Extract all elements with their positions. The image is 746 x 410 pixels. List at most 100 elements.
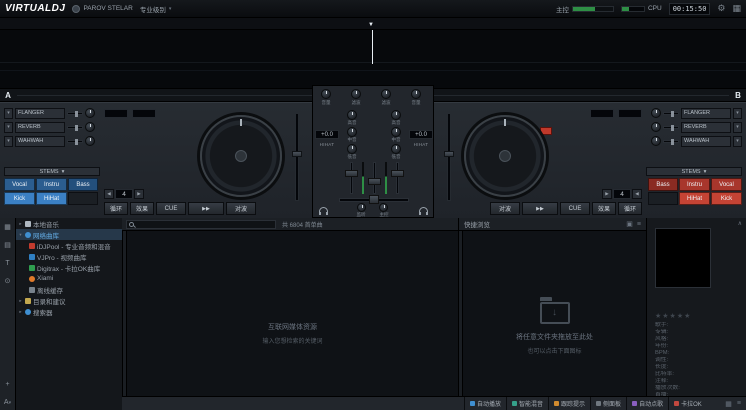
loop-double-button[interactable]: ▶ xyxy=(602,189,612,199)
eq-mid-knob-right[interactable] xyxy=(391,127,401,137)
jog-wheel-a[interactable] xyxy=(200,115,282,197)
pin-icon[interactable]: ▣ xyxy=(626,220,633,228)
user-account[interactable]: PAROV STELAR xyxy=(72,5,132,13)
eq-low-knob-right[interactable] xyxy=(391,144,401,154)
effects-tab-button[interactable]: 效果 xyxy=(592,202,616,215)
font-size-control[interactable]: A▾ xyxy=(4,399,11,406)
headphone-cue-right-icon[interactable] xyxy=(419,207,428,213)
grid-view-icon[interactable]: ▦ xyxy=(725,400,732,408)
mixer-filter-knob-left[interactable] xyxy=(351,89,361,99)
fx-slot-reverb[interactable]: ▾ REVERB xyxy=(4,121,100,133)
sidebar-item-vjpro[interactable]: VJPro - 视频曲库 xyxy=(16,251,122,262)
collapse-panel-icon[interactable]: ∧ xyxy=(738,220,742,227)
eq-mid-knob-left[interactable] xyxy=(347,127,357,137)
fx-drywet-slider[interactable] xyxy=(663,126,679,129)
history-icon[interactable]: ⊙ xyxy=(5,278,11,285)
file-list-panel[interactable]: 互联网媒体资源 输入您想检索的关键词 xyxy=(127,231,458,396)
loop-half-button[interactable]: ◀ xyxy=(632,189,642,199)
loop-half-button[interactable]: ◀ xyxy=(104,189,114,199)
track-hint-button[interactable]: 跟踪提示 xyxy=(548,397,590,410)
stems-header[interactable]: STEMS ▾ xyxy=(646,167,742,176)
sidebar-item-online-library[interactable]: ▾ 网络曲库 xyxy=(16,229,122,240)
stem-kick-button[interactable]: Kick xyxy=(711,192,742,205)
add-icon[interactable]: + xyxy=(5,381,9,388)
quick-browse-panel[interactable]: ↓ 将任意文件夹拖放至此处 也可以点击下面图标 xyxy=(463,231,646,396)
fx-knob[interactable] xyxy=(85,136,95,146)
sidebar-item-idjpool[interactable]: iDJPool - 专业音频和混音 xyxy=(16,240,122,251)
fx-knob[interactable] xyxy=(651,122,661,132)
fx-drywet-slider[interactable] xyxy=(67,126,83,129)
skill-mode-dropdown[interactable]: 专业级别 ▾ xyxy=(140,4,172,14)
master-volume-knob[interactable] xyxy=(379,203,388,212)
fx-slot-flanger[interactable]: ▾ FLANGER xyxy=(4,107,100,119)
channel-fader-center[interactable] xyxy=(368,178,381,185)
sidebar-item-folders[interactable]: ▸ 目录和建议 xyxy=(16,295,122,306)
loop-tab-button[interactable]: 循环 xyxy=(618,202,642,215)
stem-bass-button[interactable]: Bass xyxy=(68,178,98,191)
pitch-handle[interactable] xyxy=(292,151,302,157)
fx-slot-wahwah[interactable]: ▾ WAHWAH xyxy=(4,135,100,147)
jog-wheel-b[interactable] xyxy=(464,115,546,197)
loop-double-button[interactable]: ▶ xyxy=(134,189,144,199)
folder-list-icon[interactable]: ▤ xyxy=(4,242,11,249)
fx-slot-wahwah[interactable]: ▾ WAHWAH xyxy=(646,135,742,147)
sync-button[interactable]: 对波 xyxy=(490,202,520,215)
eq-high-knob-left[interactable] xyxy=(347,110,357,120)
fx-knob[interactable] xyxy=(651,108,661,118)
fx-knob[interactable] xyxy=(651,136,661,146)
fx-slot-reverb[interactable]: ▾ REVERB xyxy=(646,121,742,133)
stem-hihat-button[interactable]: HiHat xyxy=(36,192,67,205)
mixer-filter-knob-right[interactable] xyxy=(381,89,391,99)
layout-grid-icon[interactable]: ▦ xyxy=(732,4,741,13)
headphone-cue-left-icon[interactable] xyxy=(319,207,328,213)
sidebar-item-local-music[interactable]: ▸ 本地音乐 xyxy=(16,218,122,229)
search-input[interactable] xyxy=(126,220,276,229)
pitch-fader-b[interactable] xyxy=(444,113,454,201)
rating-stars[interactable]: ★★★★★ xyxy=(655,312,691,320)
stem-vocal-button[interactable]: Vocal xyxy=(711,178,742,191)
eq-high-knob-right[interactable] xyxy=(391,110,401,120)
cue-button[interactable]: CUE xyxy=(560,202,590,215)
list-view-icon[interactable]: ≡ xyxy=(737,400,741,408)
auto-request-button[interactable]: 自动点歌 xyxy=(626,397,668,410)
play-button[interactable]: ▶▶ xyxy=(188,202,224,215)
menu-icon[interactable]: ≡ xyxy=(637,221,641,228)
channel-fader-right[interactable] xyxy=(391,170,404,177)
automix-button[interactable]: 自动播放 xyxy=(464,397,506,410)
mixer-volume-knob-left[interactable] xyxy=(321,89,331,99)
stem-bass-button[interactable]: Bass xyxy=(648,178,678,191)
sidebar-item-search[interactable]: ▸ 搜索器 xyxy=(16,306,122,317)
karaoke-button[interactable]: 卡拉OK xyxy=(668,397,707,410)
smartmix-button[interactable]: 智能混音 xyxy=(506,397,548,410)
crossfader-handle[interactable] xyxy=(369,195,379,204)
pitch-fader-a[interactable] xyxy=(292,113,302,201)
play-button[interactable]: ▶▶ xyxy=(522,202,558,215)
stem-kick-button[interactable]: Kick xyxy=(4,192,35,205)
fx-drywet-slider[interactable] xyxy=(67,112,83,115)
fx-drywet-slider[interactable] xyxy=(663,140,679,143)
sync-button[interactable]: 对波 xyxy=(226,202,256,215)
text-view-icon[interactable]: T xyxy=(5,260,9,267)
channel-fader-left[interactable] xyxy=(345,170,358,177)
stem-vocal-button[interactable]: Vocal xyxy=(4,178,35,191)
mixer-volume-knob-right[interactable] xyxy=(411,89,421,99)
eq-low-knob-left[interactable] xyxy=(347,144,357,154)
sidebar-item-digitrax[interactable]: Digitrax - 卡拉OK曲库 xyxy=(16,262,122,273)
sidebar-item-offline-cache[interactable]: 离线缓存 xyxy=(16,284,122,295)
panels-icon[interactable]: ▦ xyxy=(4,224,11,231)
stem-hihat-button[interactable]: HiHat xyxy=(679,192,710,205)
stem-instru-button[interactable]: Instru xyxy=(679,178,710,191)
stems-header[interactable]: STEMS ▾ xyxy=(4,167,100,176)
fx-knob[interactable] xyxy=(85,122,95,132)
fx-drywet-slider[interactable] xyxy=(663,112,679,115)
loop-tab-button[interactable]: 循环 xyxy=(104,202,128,215)
fx-knob[interactable] xyxy=(85,108,95,118)
fx-slot-flanger[interactable]: ▾ FLANGER xyxy=(646,107,742,119)
pitch-handle[interactable] xyxy=(444,151,454,157)
stem-instru-button[interactable]: Instru xyxy=(36,178,67,191)
cue-button[interactable]: CUE xyxy=(156,202,186,215)
effects-tab-button[interactable]: 效果 xyxy=(130,202,154,215)
fx-drywet-slider[interactable] xyxy=(67,140,83,143)
cue-mix-knob[interactable] xyxy=(357,203,366,212)
sidebar-item-xiami[interactable]: Xiami xyxy=(16,273,122,284)
